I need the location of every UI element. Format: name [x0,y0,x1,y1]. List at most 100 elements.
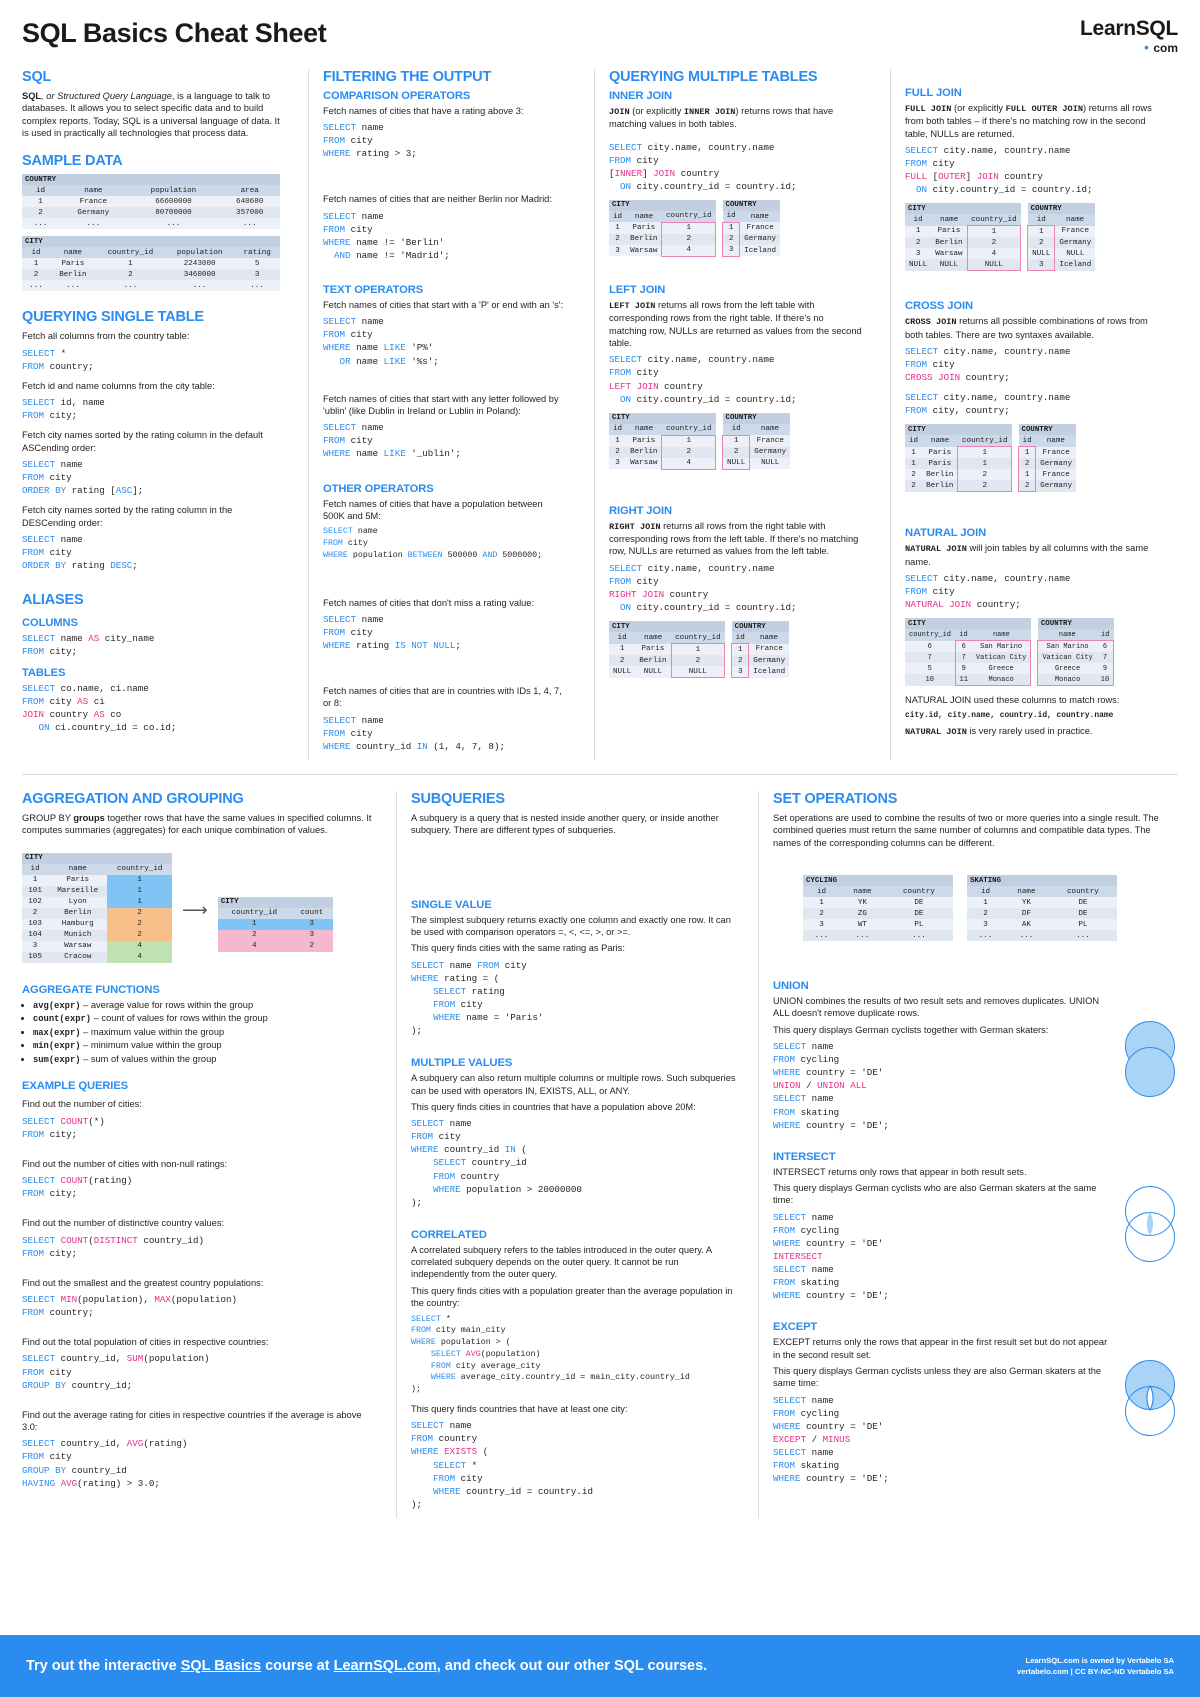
ex-desc-1: Find out the number of cities with non-n… [22,1158,228,1169]
left-join-code: SELECT city.name, country.name FROM city… [609,354,797,405]
table-country: COUNTRY id name 1 France 2 Germany NULL NULL 3 Ice… [1027,203,1096,272]
footer-text-mid: course at [261,1658,334,1674]
cell: 2 [609,446,627,458]
footer-owner: LearnSQL.com is owned by Vertabelo SA [1025,1655,1174,1665]
multiple-desc-2: This query finds cities in countries tha… [411,1101,696,1112]
col-header: name [739,210,781,223]
set-sample-tables: CYCLING id name country 1 YK DE 2 ZG DE 3 WT P… [773,875,1178,946]
kw-cross-join: CROSS JOIN [905,317,957,328]
cell: NULL [722,457,751,470]
col-header: name [922,435,958,447]
cell: Vatican City [1037,652,1097,664]
col-header: name [749,423,791,436]
cell: Berlin [48,907,108,919]
table-row: 2 DF DE [967,908,1117,920]
cell: France [748,643,790,656]
table-row: 104 Munich 2 [22,929,172,941]
table-name: COUNTRY [1018,424,1077,436]
col-header: count [290,907,333,919]
cell-group: 1 [107,885,172,897]
cmp-code-0: SELECT name FROM city WHERE rating > 3; [323,122,417,160]
cell: Warsaw [626,457,662,470]
table-row: 6 6 San Marino [905,640,1032,653]
footer-link-learnsql[interactable]: LearnSQL.com [334,1658,437,1674]
intersect-desc-2: This query displays German cyclists who … [773,1182,1097,1206]
cell: 2 [722,233,741,245]
ex-code-3: SELECT MIN(population), MAX(population) … [22,1293,238,1319]
col-header: name [626,423,662,436]
cell: 2 [905,469,923,481]
table-row: NULL NULL [722,457,791,470]
ex-code-1: SELECT COUNT(rating) FROM city; [22,1175,133,1200]
table-row: NULL NULL [1027,248,1096,260]
footer-attribution: LearnSQL.com is owned by Vertabelo SA ve… [1017,1655,1174,1678]
col-header: country_id [661,210,716,223]
cell: 3 [731,666,750,678]
cell: 2 [22,269,51,281]
table-row: 1 Paris 1 2243000 5 [22,258,280,270]
table-city: CITY id name country_id 1 Paris 1 1 Paris 1 2 Berli… [905,424,1013,493]
col-header: name [748,632,790,644]
cell: Berlin [626,446,662,458]
cell: 1 [22,874,49,886]
table-row: 1 Paris 1 [609,434,717,447]
cmp-code-1: SELECT name FROM city WHERE name != 'Ber… [323,210,450,261]
table-name: CITY [609,412,716,424]
col-header: id [731,632,749,644]
cell: 1 [722,221,741,234]
cell: France [59,196,128,208]
section-aggregation-heading: AGGREGATION AND GROUPING [22,791,244,808]
table-row: 42 [217,940,333,952]
page-header: SQL Basics Cheat Sheet LearnSQL • com [22,0,1178,57]
section-querying-single-heading: QUERYING SINGLE TABLE [22,309,204,326]
cell: 3 [803,919,841,931]
table-name: SKATING [967,875,1117,887]
footer-cta: Try out the interactive SQL Basics cours… [26,1658,707,1674]
inner-join-desc: JOIN (or explicitly INNER JOIN) returns … [609,105,862,131]
table-name: CITY [609,199,716,211]
right-join-label: RIGHT JOIN [609,504,673,517]
cell: ZG [840,908,885,920]
cell-group: 2 [107,907,172,919]
cell: Germany [1035,458,1077,470]
cell: Munich [48,929,108,941]
table-skating: SKATING id name country 1 YK DE 2 DF DE 3 AK P… [967,875,1117,942]
table-country: COUNTRY id name 1 France 2 Germany 1 France 2 Germ… [1018,424,1077,493]
cell: 7 [1096,652,1115,664]
table-header-row: name id [1037,629,1114,641]
cell: ... [234,280,280,292]
table-city-sample: CITY id name country_id population ratin… [22,236,280,292]
cell: 105 [22,951,49,963]
col-header: id [967,886,1005,898]
table-row: 2 Berlin 2 [609,446,717,458]
cell: France [749,435,791,447]
cell: Germany [748,655,790,667]
table-row: 105 Cracow 4 [22,951,172,963]
multiple-code: SELECT name FROM city WHERE country_id I… [411,1118,582,1208]
table-row: 2 Berlin 2 [905,237,1022,249]
single-code: SELECT name FROM city WHERE rating = ( S… [411,959,544,1037]
qs-code-2: SELECT name FROM city ORDER BY rating [A… [22,458,144,497]
footer-link-sql-basics[interactable]: SQL Basics [181,1658,261,1674]
intersect-code: SELECT name FROM cycling WHERE country =… [773,1211,889,1302]
section-subqueries-heading: SUBQUERIES [411,791,505,808]
cell: 1 [967,897,1005,909]
cell: 1 [957,446,1013,459]
cell-group: 3 [290,929,333,941]
fn-desc: – average value for rows within the grou… [80,999,254,1010]
col-header: id [609,423,627,436]
cell: Berlin [922,480,958,492]
kw-right-join: RIGHT JOIN [609,521,661,532]
table-row: 2 Berlin 2 3460000 3 [22,269,280,281]
footer-text-pre: Try out the interactive [26,1658,181,1674]
cell: 7 [954,652,972,664]
cell-group: 2 [107,929,172,941]
table-row: 2 Germany 80700000 357000 [22,207,280,219]
table-header-row: id name country_id [609,423,716,436]
table-header-row: id name [722,423,791,436]
table-row: 101 Marseille 1 [22,885,172,897]
cell: 1 [905,458,923,470]
section-querying-multiple-heading: QUERYING MULTIPLE TABLES [609,68,818,85]
column-filtering: FILTERING THE OUTPUT COMPARISON OPERATOR… [308,68,570,761]
cell-group: 3 [290,918,333,930]
